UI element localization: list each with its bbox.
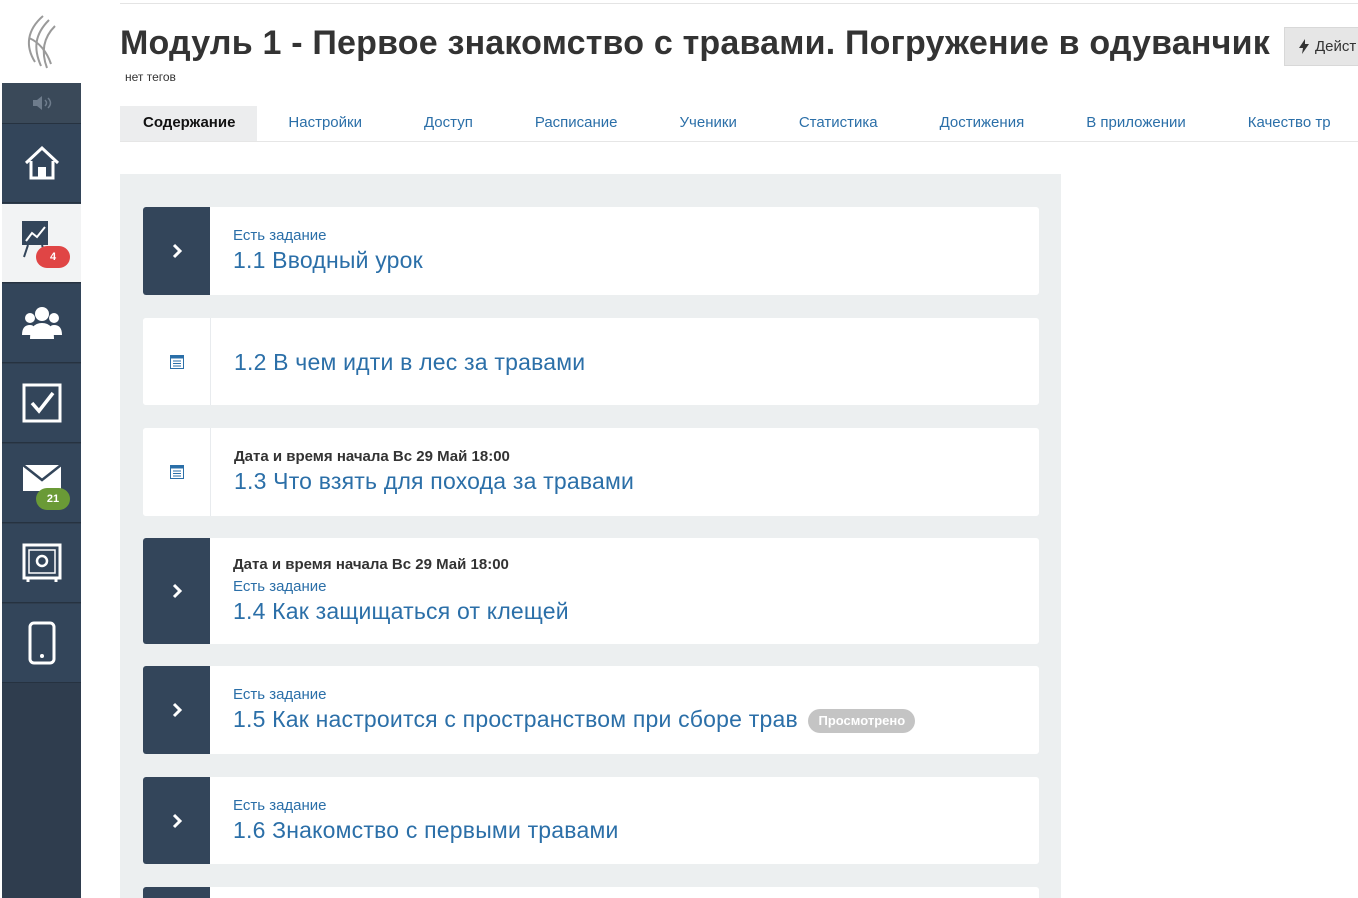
start-date-label: Дата и время начала Вс 29 Май 18:00 [233, 556, 509, 573]
document-icon [169, 354, 184, 369]
tab-settings[interactable]: Настройки [257, 106, 393, 141]
lesson-title[interactable]: 1.1 Вводный урок [233, 245, 1039, 275]
lesson-card[interactable]: Есть задание 1.5 Как настроится с простр… [143, 666, 1039, 754]
sound-toggle[interactable] [2, 83, 81, 124]
tab-in-app[interactable]: В приложении [1055, 106, 1217, 141]
chevron-right-icon [172, 583, 182, 599]
lesson-card[interactable]: Есть задание 1.6 Знакомство с первыми тр… [143, 777, 1039, 864]
chevron-right-icon [172, 243, 182, 259]
sidebar: 4 21 [2, 0, 81, 898]
mobile-icon [28, 621, 55, 665]
tags-label: нет тегов [125, 70, 176, 84]
expand-toggle[interactable] [143, 777, 210, 864]
tab-content[interactable]: Содержание [120, 106, 258, 141]
users-icon [21, 307, 62, 339]
sidebar-item-messages[interactable]: 21 [2, 444, 81, 523]
sidebar-item-tasks[interactable] [2, 364, 81, 443]
notification-badge: 4 [36, 246, 70, 268]
home-icon [24, 145, 59, 180]
lesson-card[interactable] [143, 887, 1039, 898]
sidebar-item-safe[interactable] [2, 524, 81, 603]
task-label: Есть задание [233, 578, 327, 595]
lesson-title[interactable]: 1.5 Как настроится с пространством при с… [233, 706, 798, 732]
expand-toggle[interactable] [143, 538, 210, 644]
lesson-card[interactable]: Дата и время начала Вс 29 Май 18:00 1.3 … [143, 428, 1039, 516]
tab-bar: Содержание Настройки Доступ Расписание У… [120, 106, 1358, 142]
lightning-icon [1299, 39, 1309, 54]
logo-icon [27, 14, 56, 68]
top-divider [120, 3, 1358, 4]
tab-statistics[interactable]: Статистика [768, 106, 909, 141]
expand-toggle[interactable] [143, 887, 210, 898]
tab-schedule[interactable]: Расписание [504, 106, 649, 141]
actions-button[interactable]: Дейст [1284, 27, 1358, 66]
actions-button-label: Дейст [1315, 38, 1357, 55]
safe-icon [22, 543, 61, 582]
lesson-card[interactable]: Дата и время начала Вс 29 Май 18:00 Есть… [143, 538, 1039, 644]
tab-access[interactable]: Доступ [393, 106, 504, 141]
lesson-type [143, 318, 211, 405]
sidebar-item-mobile[interactable] [2, 604, 81, 683]
lesson-title[interactable]: 1.6 Знакомство с первыми травами [233, 815, 1039, 845]
lesson-card[interactable]: Есть задание 1.1 Вводный урок [143, 207, 1039, 295]
start-date-label: Дата и время начала Вс 29 Май 18:00 [234, 448, 510, 465]
expand-toggle[interactable] [143, 666, 210, 754]
lesson-title[interactable]: 1.2 В чем идти в лес за травами [234, 347, 1039, 377]
lessons-panel: Есть задание 1.1 Вводный урок 1.2 В чем … [120, 174, 1061, 898]
tab-quality[interactable]: Качество тр [1217, 106, 1358, 141]
sidebar-item-home[interactable] [2, 124, 81, 203]
tasks-icon [22, 383, 61, 423]
lesson-title[interactable]: 1.4 Как защищаться от клещей [233, 596, 1039, 626]
task-label: Есть задание [233, 686, 327, 703]
chevron-right-icon [172, 702, 182, 718]
logo[interactable] [2, 0, 81, 83]
sidebar-item-users[interactable] [2, 284, 81, 363]
lesson-title[interactable]: 1.3 Что взять для похода за травами [234, 466, 1039, 496]
expand-toggle[interactable] [143, 207, 210, 295]
lesson-card[interactable]: 1.2 В чем идти в лес за травами [143, 318, 1039, 405]
task-label: Есть задание [233, 796, 327, 814]
task-label: Есть задание [233, 227, 327, 244]
viewed-badge: Просмотрено [808, 708, 916, 733]
speaker-icon [32, 96, 51, 110]
chevron-right-icon [172, 813, 182, 828]
tab-achievements[interactable]: Достижения [909, 106, 1056, 141]
message-count-badge: 21 [36, 488, 70, 510]
document-icon [169, 465, 184, 479]
lesson-type [143, 428, 211, 516]
lesson-title-row: 1.5 Как настроится с пространством при с… [233, 704, 1039, 734]
sidebar-item-training[interactable]: 4 [2, 204, 81, 283]
tab-students[interactable]: Ученики [649, 106, 768, 141]
page-title: Модуль 1 - Первое знакомство с травами. … [120, 24, 1270, 62]
